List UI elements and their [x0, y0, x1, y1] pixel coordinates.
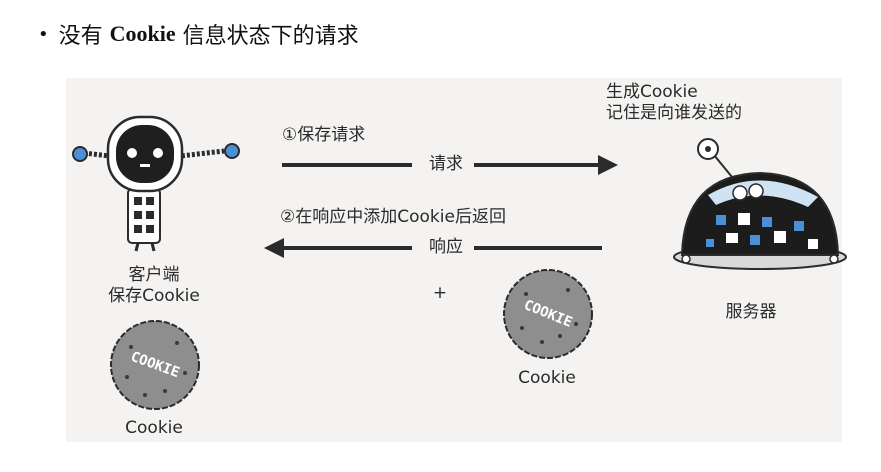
- request-arrow-line-left: [282, 163, 412, 167]
- response-label: 响应: [429, 237, 463, 257]
- heading-text-pre: 没有: [58, 24, 103, 49]
- request-arrow-line-right: [474, 163, 600, 167]
- heading: • 没有 Cookie 信息状态下的请求: [38, 18, 359, 50]
- cookie-caption-left: Cookie: [125, 418, 183, 438]
- step2-label: ②在响应中添加Cookie后返回: [280, 207, 506, 227]
- cookie-caption-right: Cookie: [518, 368, 576, 388]
- client-label: 客户端 保存Cookie: [108, 265, 200, 308]
- bullet: •: [38, 23, 49, 45]
- heading-keyword: Cookie: [109, 21, 176, 46]
- request-label: 请求: [429, 154, 463, 174]
- client-label-line1: 客户端: [128, 265, 180, 285]
- response-arrow-line-left: [282, 246, 412, 250]
- server-note-line1: 生成Cookie: [606, 82, 698, 102]
- request-arrowhead: [598, 155, 618, 175]
- client-label-line2: 保存Cookie: [108, 286, 200, 307]
- response-arrowhead: [264, 238, 284, 258]
- heading-text-post: 信息状态下的请求: [182, 24, 359, 49]
- plus-sign: +: [432, 283, 448, 303]
- server-note-line2: 记住是向谁发送的: [606, 103, 742, 124]
- server-robot-icon: [673, 138, 847, 270]
- cookie-icon: COOKIE: [110, 320, 200, 410]
- server-note: 生成Cookie 记住是向谁发送的: [606, 82, 742, 125]
- step1-label: ①保存请求: [282, 125, 366, 145]
- response-arrow-line-right: [474, 246, 602, 250]
- client-robot-icon: [72, 115, 240, 252]
- cookie-icon: COOKIE: [503, 269, 593, 359]
- server-label: 服务器: [725, 302, 777, 322]
